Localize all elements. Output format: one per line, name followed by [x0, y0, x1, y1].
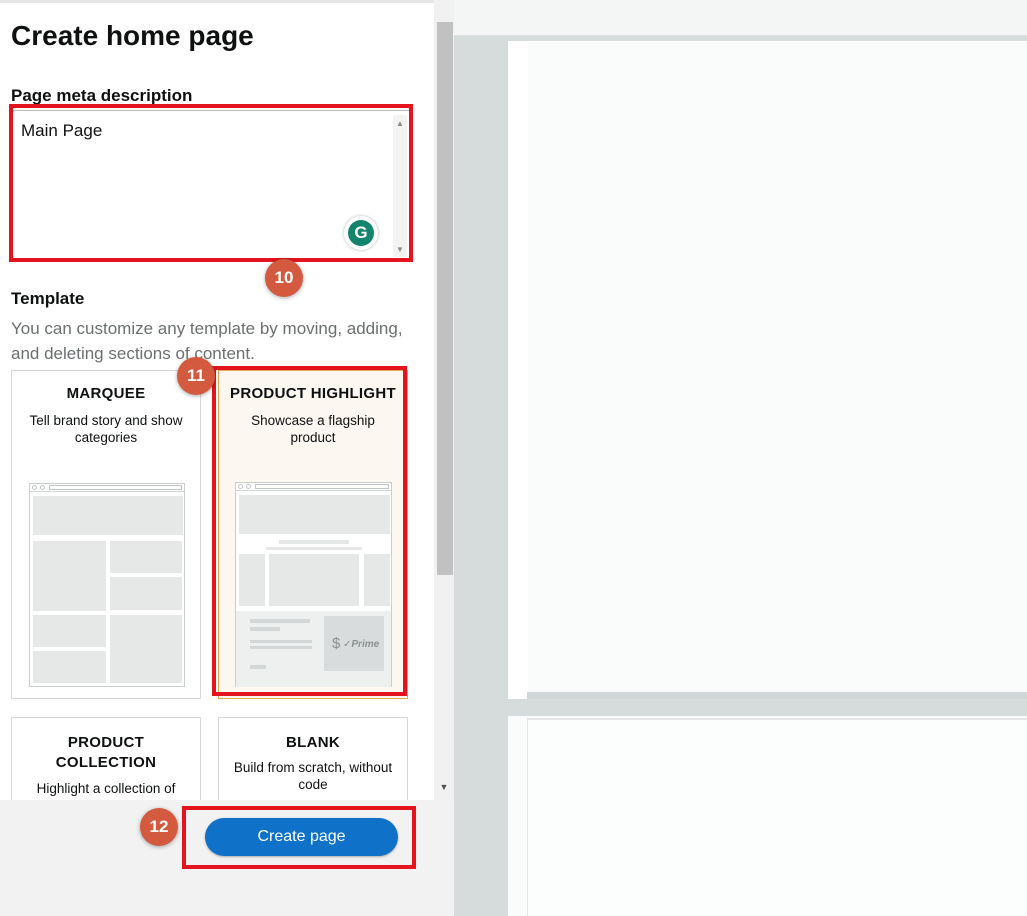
marquee-thumbnail: [29, 483, 185, 687]
step-badge-10: 10: [265, 259, 303, 297]
step-badge-12: 12: [140, 808, 178, 846]
template-name: PRODUCT COLLECTION: [55, 734, 157, 771]
preview-canvas-top: [508, 41, 1027, 699]
preview-section: [527, 718, 1027, 916]
meta-description-label: Page meta description: [11, 86, 193, 105]
template-desc: Tell brand story and show categories: [29, 413, 183, 445]
preview-divider: [527, 692, 1027, 699]
template-label: Template: [11, 289, 85, 308]
template-card-blank[interactable]: BLANK Build from scratch, without code: [218, 717, 408, 800]
template-card-marquee[interactable]: MARQUEE Tell brand story and show catego…: [11, 370, 201, 699]
highlight-meta-description: [9, 104, 413, 262]
highlight-product-highlight: [212, 366, 407, 696]
template-description: You can customize any template by moving…: [11, 319, 403, 363]
template-name: BLANK: [286, 734, 340, 751]
panel-scroll-down-icon[interactable]: ▼: [437, 780, 451, 794]
highlight-create-page: [182, 806, 416, 869]
template-card-product-collection[interactable]: PRODUCT COLLECTION Highlight a collectio…: [11, 717, 201, 800]
step-badge-11: 11: [177, 357, 215, 395]
template-desc: Highlight a collection of related produc…: [36, 781, 176, 800]
preview-toolbar: [454, 0, 1027, 36]
preview-canvas-edge: [508, 41, 528, 699]
template-desc: Build from scratch, without code: [233, 760, 393, 792]
panel-scroll-thumb[interactable]: [437, 22, 453, 575]
template-name: MARQUEE: [66, 385, 146, 402]
page-title: Create home page: [11, 20, 254, 51]
